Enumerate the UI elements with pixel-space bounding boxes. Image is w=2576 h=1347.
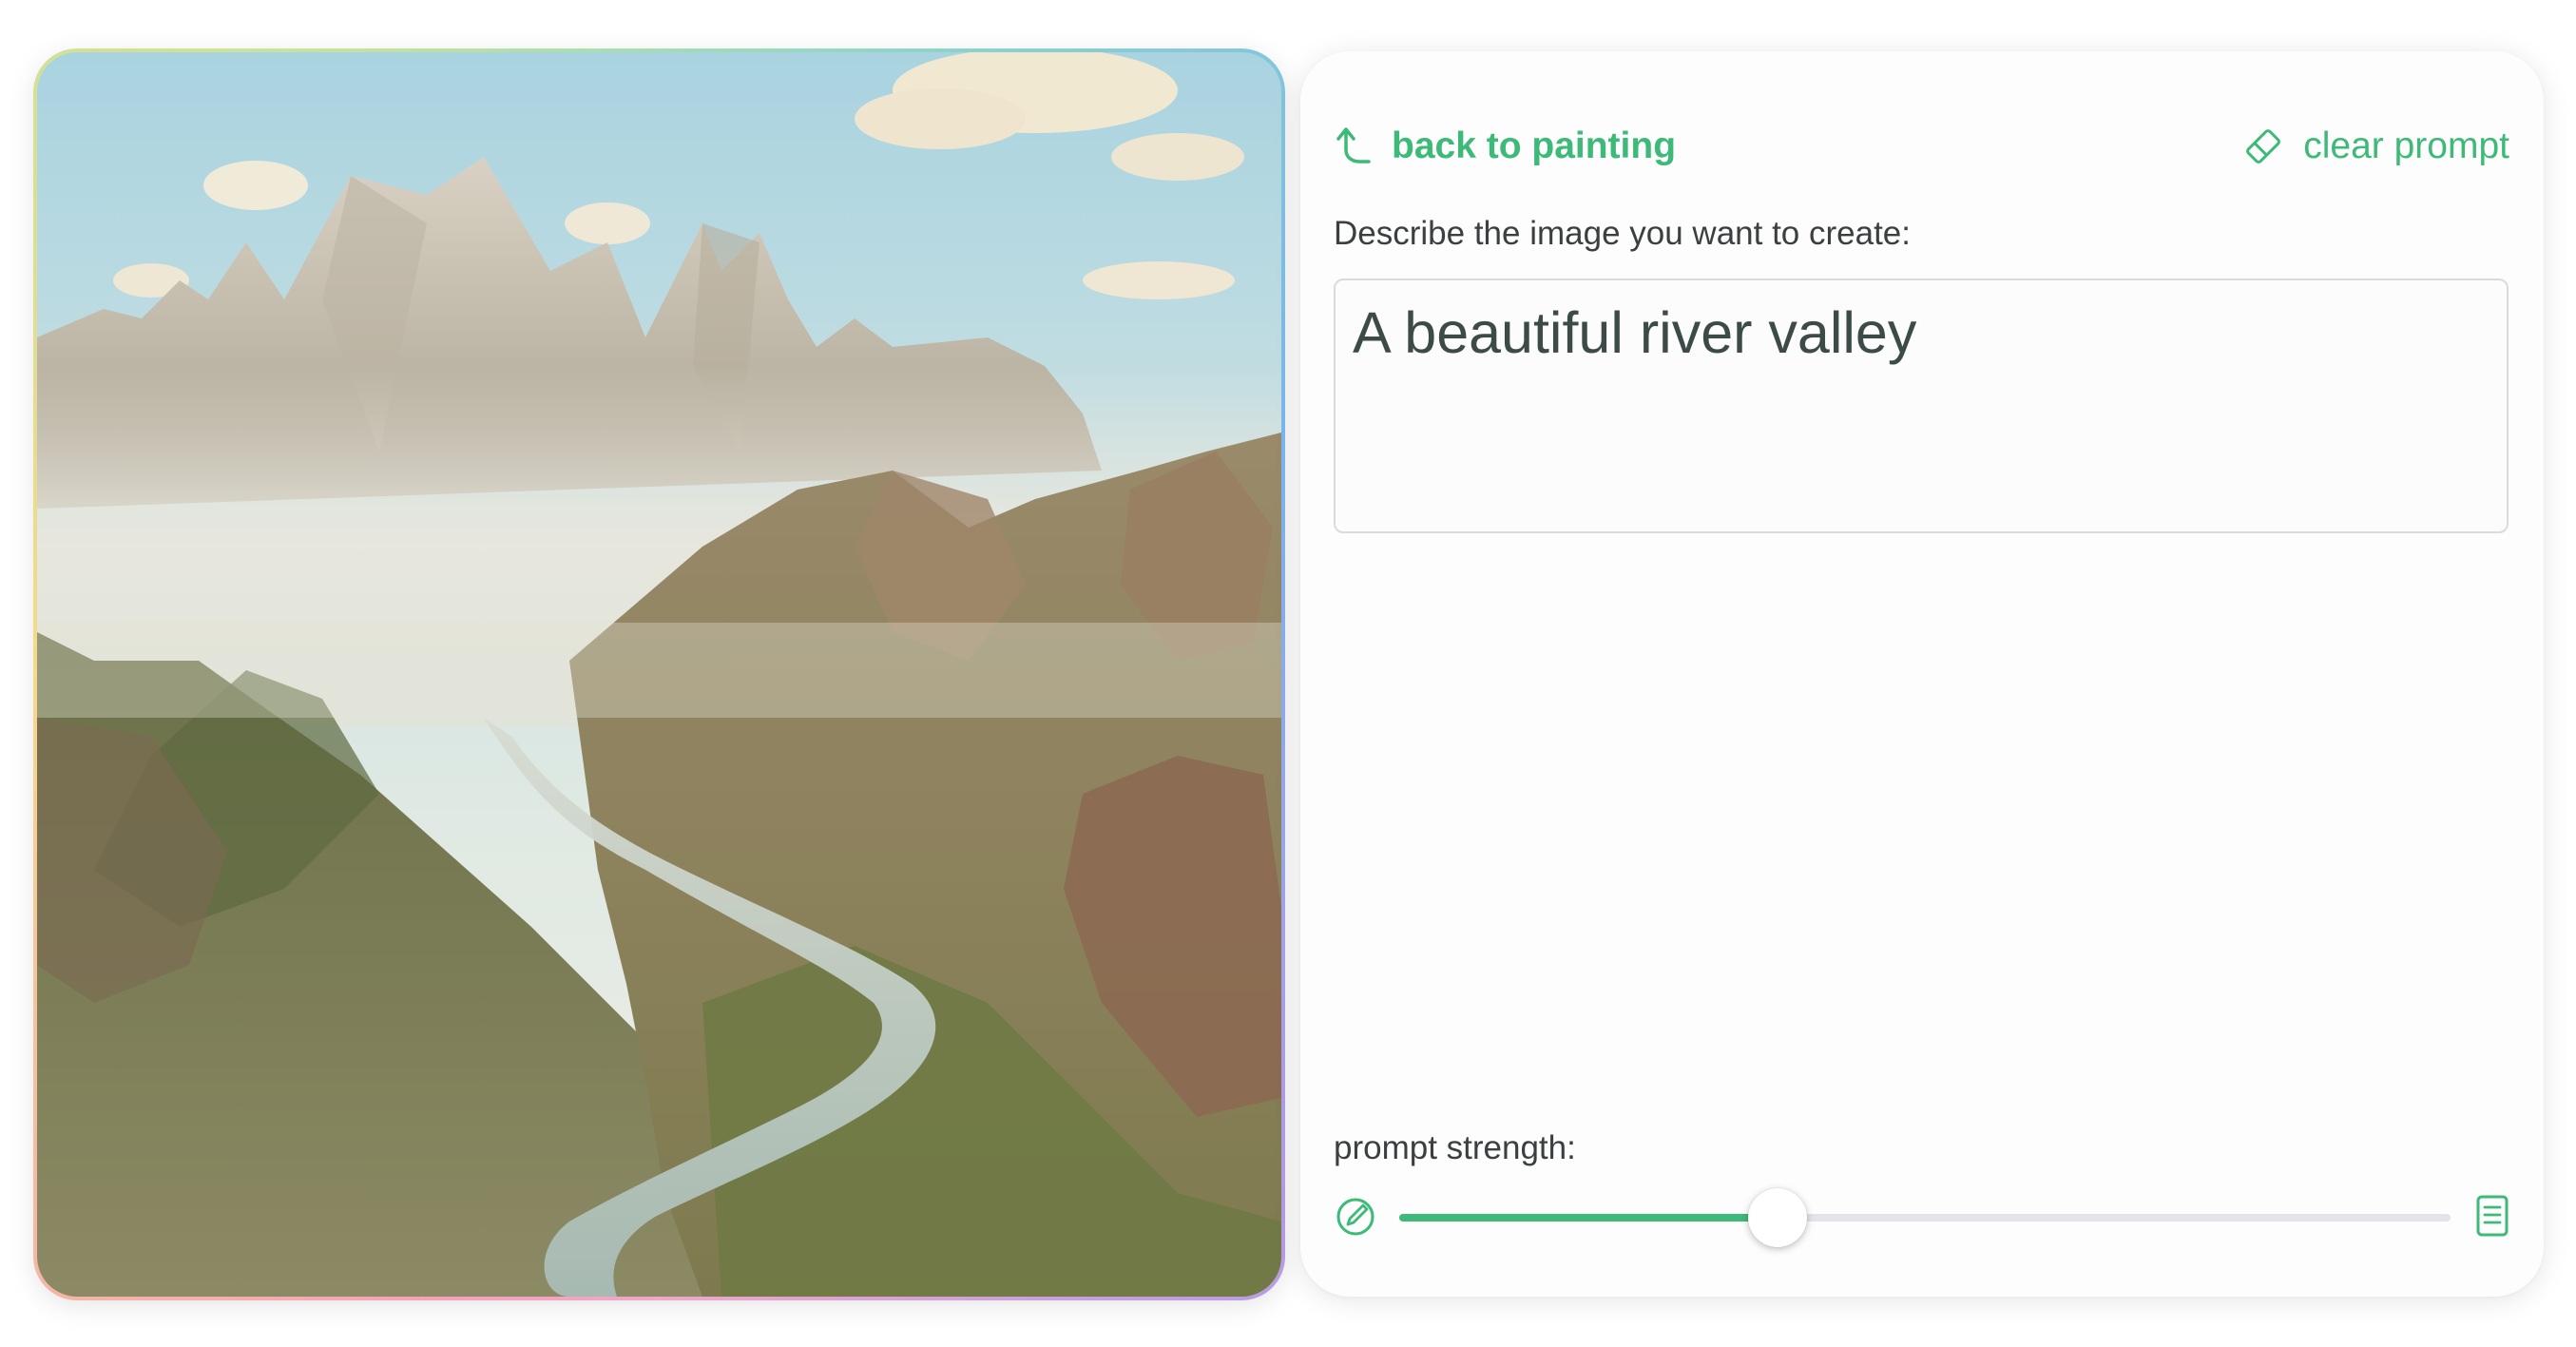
- landscape-painting: [37, 52, 1281, 1297]
- describe-label: Describe the image you want to create:: [1334, 215, 1911, 252]
- back-to-painting-label: back to painting: [1392, 125, 1677, 166]
- pencil-circle-icon[interactable]: [1335, 1196, 1376, 1238]
- prompt-textarea[interactable]: A beautiful river valley: [1334, 279, 2509, 533]
- slider-thumb[interactable]: [1748, 1188, 1808, 1247]
- stage: back to painting clear prompt Describe t…: [0, 0, 2576, 1347]
- prompt-strength-slider: [1335, 1188, 2509, 1247]
- clear-prompt-label: clear prompt: [2303, 125, 2509, 166]
- prompt-strength-label: prompt strength:: [1334, 1129, 1576, 1166]
- painting-canvas[interactable]: [37, 52, 1281, 1297]
- arrow-up-left-icon: [1336, 127, 1371, 164]
- back-to-painting-button[interactable]: back to painting: [1335, 118, 1676, 175]
- eraser-icon: [2246, 129, 2281, 164]
- slider-fill: [1399, 1214, 1778, 1222]
- prompt-panel: back to painting clear prompt Describe t…: [1300, 51, 2544, 1297]
- painting-frame: [33, 48, 1285, 1300]
- document-icon[interactable]: [2475, 1194, 2509, 1238]
- clear-prompt-button[interactable]: clear prompt: [2242, 118, 2509, 175]
- slider-track[interactable]: [1399, 1188, 2451, 1247]
